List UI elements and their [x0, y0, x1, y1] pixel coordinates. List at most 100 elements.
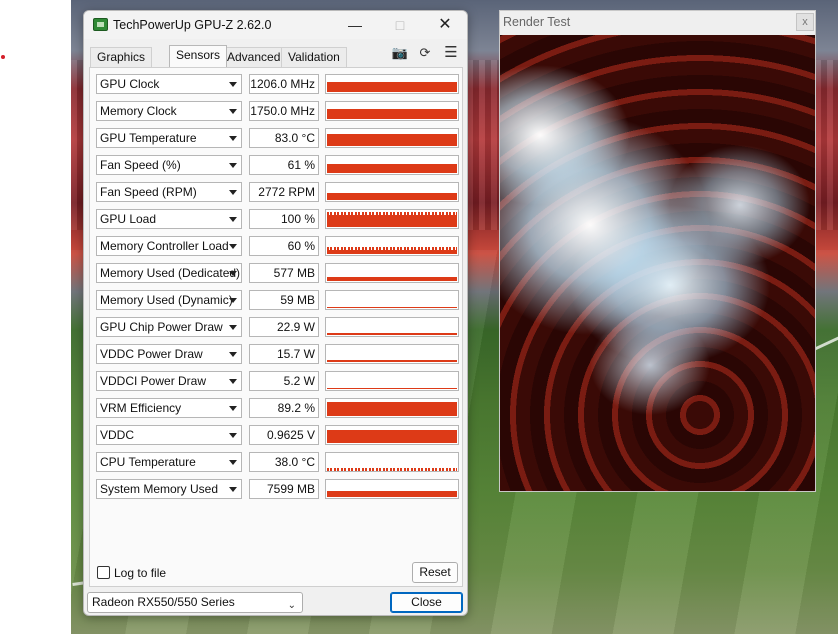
maximize-button[interactable]: □ — [377, 11, 423, 39]
sensor-graph-fill — [327, 109, 457, 119]
close-icon: ✕ — [438, 16, 452, 33]
sensor-select[interactable]: System Memory Used — [96, 479, 242, 499]
sensor-name: Memory Clock — [100, 104, 177, 118]
sensor-value: 61 % — [249, 155, 319, 175]
sensor-value: 1750.0 MHz — [249, 101, 319, 121]
camera-icon[interactable]: 📷 — [391, 44, 409, 62]
title-bar[interactable]: TechPowerUp GPU-Z 2.62.0 — □ ✕ — [84, 11, 467, 39]
sensor-row: Memory Clock 1750.0 MHz — [96, 101, 461, 123]
sensor-graph — [325, 371, 459, 391]
stray-dot — [1, 55, 5, 59]
minimize-icon: — — [348, 17, 362, 33]
sensor-graph — [325, 344, 459, 364]
sensor-row: Memory Used (Dedicated) 577 MB — [96, 263, 461, 285]
sensor-value: 0.9625 V — [249, 425, 319, 445]
sensor-select[interactable]: Memory Used (Dynamic) — [96, 290, 242, 310]
dropdown-arrow-icon — [229, 190, 237, 195]
menu-icon[interactable]: ☰ — [442, 44, 460, 62]
sensor-graph-fill — [327, 430, 457, 443]
tab-validation[interactable]: Validation — [281, 47, 347, 67]
reset-button[interactable]: Reset — [412, 562, 458, 583]
sensor-row: GPU Temperature 83.0 °C — [96, 128, 461, 150]
sensor-value: 5.2 W — [249, 371, 319, 391]
sensor-select[interactable]: GPU Temperature — [96, 128, 242, 148]
sensor-name: Memory Used (Dynamic) — [100, 293, 233, 307]
dropdown-arrow-icon — [229, 298, 237, 303]
sensor-row: VRM Efficiency 89.2 % — [96, 398, 461, 420]
sensor-graph-fill — [327, 277, 457, 281]
sensor-value: 7599 MB — [249, 479, 319, 499]
sensor-select[interactable]: VDDC Power Draw — [96, 344, 242, 364]
sensor-value: 15.7 W — [249, 344, 319, 364]
sensor-value: 100 % — [249, 209, 319, 229]
dropdown-arrow-icon — [229, 136, 237, 141]
render-test-title: Render Test — [503, 15, 571, 29]
dropdown-arrow-icon — [229, 82, 237, 87]
sensor-select[interactable]: VDDCI Power Draw — [96, 371, 242, 391]
dropdown-arrow-icon — [229, 271, 237, 276]
sensor-value: 22.9 W — [249, 317, 319, 337]
tab-advanced[interactable]: Advanced — [220, 47, 288, 67]
dropdown-arrow-icon — [229, 406, 237, 411]
sensor-row: Fan Speed (RPM) 2772 RPM — [96, 182, 461, 204]
sensor-graph-fill — [327, 491, 457, 497]
dropdown-arrow-icon — [229, 244, 237, 249]
sensor-value: 577 MB — [249, 263, 319, 283]
sensor-select[interactable]: VDDC — [96, 425, 242, 445]
sensor-name: Fan Speed (RPM) — [100, 185, 197, 199]
sensor-select[interactable]: VRM Efficiency — [96, 398, 242, 418]
sensor-name: VDDC — [100, 428, 135, 442]
sensor-select[interactable]: Memory Used (Dedicated) — [96, 263, 242, 283]
sensor-graph-fill — [327, 134, 457, 146]
sensor-name: VDDC Power Draw — [100, 347, 203, 361]
sensor-graph — [325, 128, 459, 148]
dropdown-arrow-icon — [229, 487, 237, 492]
sensor-select[interactable]: GPU Load — [96, 209, 242, 229]
sensor-row: GPU Chip Power Draw 22.9 W — [96, 317, 461, 339]
sensor-row: VDDC 0.9625 V — [96, 425, 461, 447]
sensor-name: GPU Load — [100, 212, 157, 226]
sensor-select[interactable]: GPU Chip Power Draw — [96, 317, 242, 337]
sensor-graph-noise — [327, 468, 457, 471]
sensor-graph-noise — [327, 212, 457, 215]
sensor-graph — [325, 263, 459, 283]
sensor-select[interactable]: GPU Clock — [96, 74, 242, 94]
sensor-graph-fill — [327, 333, 457, 335]
close-button[interactable]: Close — [390, 592, 463, 613]
gpu-select[interactable]: Radeon RX550/550 Series ⌄ — [87, 592, 303, 613]
sensor-graph-fill — [327, 307, 457, 308]
gpuz-app-icon — [93, 18, 108, 31]
log-to-file-checkbox[interactable] — [97, 566, 110, 579]
window-title: TechPowerUp GPU-Z 2.62.0 — [113, 18, 272, 32]
sensor-value: 59 MB — [249, 290, 319, 310]
sensor-select[interactable]: Fan Speed (%) — [96, 155, 242, 175]
tab-graphics-card[interactable]: Graphics Card — [90, 47, 153, 83]
sensor-value: 60 % — [249, 236, 319, 256]
gpuz-window: TechPowerUp GPU-Z 2.62.0 — □ ✕ Graphics … — [83, 10, 468, 616]
minimize-button[interactable]: — — [332, 11, 378, 39]
sensor-row: Memory Controller Load 60 % — [96, 236, 461, 258]
sensor-row: Fan Speed (%) 61 % — [96, 155, 461, 177]
sensor-select[interactable]: CPU Temperature — [96, 452, 242, 472]
sensor-name: System Memory Used — [100, 482, 219, 496]
sensor-graph-fill — [327, 164, 457, 173]
tab-sensors[interactable]: Sensors — [169, 45, 228, 67]
refresh-icon[interactable]: ⟳ — [416, 44, 434, 62]
sensor-graph — [325, 182, 459, 202]
sensor-select[interactable]: Fan Speed (RPM) — [96, 182, 242, 202]
sensor-name: Memory Controller Load — [100, 239, 229, 253]
dropdown-arrow-icon — [229, 109, 237, 114]
close-window-button[interactable]: ✕ — [422, 11, 467, 39]
sensor-row: GPU Load 100 % — [96, 209, 461, 231]
dropdown-arrow-icon — [229, 460, 237, 465]
sensor-graph — [325, 452, 459, 472]
sensor-value: 89.2 % — [249, 398, 319, 418]
sensor-value: 83.0 °C — [249, 128, 319, 148]
sensor-graph — [325, 209, 459, 229]
sensor-graph — [325, 101, 459, 121]
sensor-row: CPU Temperature 38.0 °C — [96, 452, 461, 474]
render-close-button[interactable]: x — [796, 13, 814, 31]
sensor-select[interactable]: Memory Clock — [96, 101, 242, 121]
sensor-row: VDDC Power Draw 15.7 W — [96, 344, 461, 366]
sensor-select[interactable]: Memory Controller Load — [96, 236, 242, 256]
